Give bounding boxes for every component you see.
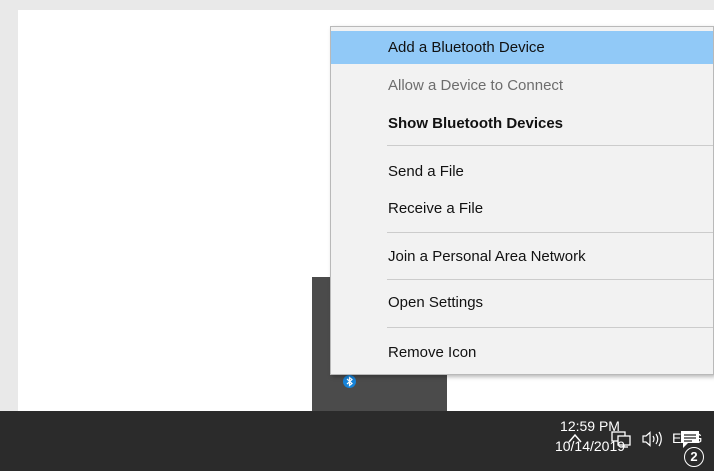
bluetooth-context-menu: Add a Bluetooth Device Allow a Device to… — [330, 26, 714, 375]
clock-date: 10/14/2019 — [554, 438, 626, 454]
menu-separator — [387, 232, 713, 233]
volume-icon[interactable] — [641, 430, 663, 448]
menu-separator — [387, 279, 713, 280]
menu-item-open-settings[interactable]: Open Settings — [331, 286, 713, 319]
taskbar-clock[interactable]: 12:59 PM 10/14/2019 — [545, 416, 635, 456]
menu-item-receive-a-file[interactable]: Receive a File — [331, 192, 713, 225]
menu-separator — [387, 145, 713, 146]
menu-item-send-a-file[interactable]: Send a File — [331, 155, 713, 188]
menu-item-allow-device-to-connect[interactable]: Allow a Device to Connect — [331, 69, 713, 102]
menu-item-remove-icon[interactable]: Remove Icon — [331, 336, 713, 369]
menu-item-join-personal-area-network[interactable]: Join a Personal Area Network — [331, 240, 713, 273]
bluetooth-icon[interactable] — [343, 375, 356, 388]
menu-separator — [387, 327, 713, 328]
menu-item-add-bluetooth-device[interactable]: Add a Bluetooth Device — [331, 31, 713, 64]
menu-item-show-bluetooth-devices[interactable]: Show Bluetooth Devices — [331, 107, 713, 140]
clock-time: 12:59 PM — [560, 418, 620, 434]
notification-badge: 2 — [684, 447, 704, 467]
